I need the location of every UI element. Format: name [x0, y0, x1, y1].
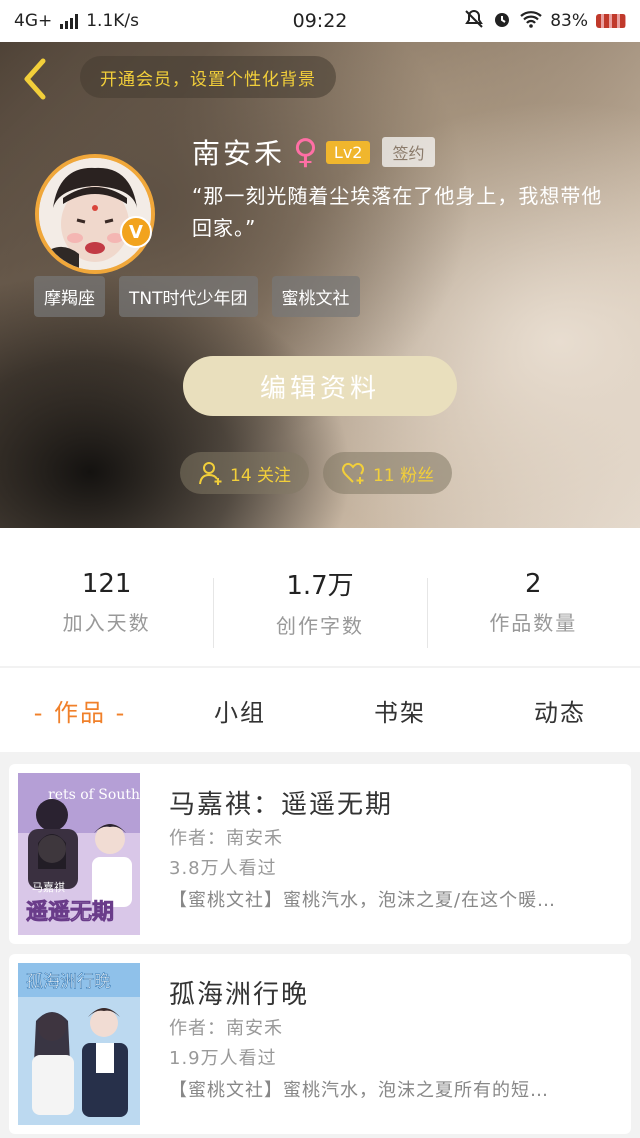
wifi-icon — [520, 10, 542, 33]
name-row: 南安禾 ♀ Lv2 签约 — [192, 132, 435, 172]
back-button[interactable] — [16, 56, 56, 102]
verified-badge: V — [120, 216, 152, 248]
signed-badge: 签约 — [382, 137, 435, 167]
stat-value: 2 — [525, 568, 542, 599]
tab-groups[interactable]: 小组 — [160, 693, 320, 728]
stat-value: 1.7万 — [286, 571, 354, 601]
cover-title: 遥遥无期 — [26, 900, 114, 925]
book-cover[interactable]: rets of South 马嘉祺 遥遥无期 — [18, 773, 140, 935]
add-user-icon — [199, 462, 222, 485]
following-button[interactable]: 14 关注 — [180, 452, 310, 494]
tab-works[interactable]: - 作品 - — [0, 693, 160, 728]
heart-plus-icon — [342, 462, 365, 484]
work-views: 3.8万人看过 — [169, 858, 277, 879]
profile-tabs: - 作品 - 小组 书架 动态 — [0, 668, 640, 752]
stat-days: 121 加入天数 — [0, 528, 213, 666]
edit-profile-button[interactable]: 编辑资料 — [183, 356, 457, 416]
female-icon: ♀ — [293, 132, 318, 172]
signal-icon — [60, 13, 79, 29]
avatar[interactable] — [35, 154, 155, 274]
username: 南安禾 — [192, 137, 286, 170]
work-author: 作者：南安禾 — [169, 1018, 283, 1039]
vip-background-button[interactable]: 开通会员，设置个性化背景 — [80, 56, 336, 98]
work-title[interactable]: 马嘉祺：遥遥无期 — [169, 784, 393, 821]
level-badge: Lv2 — [325, 140, 371, 164]
stats-bar: 121 加入天数 1.7万 创作字数 2 作品数量 — [0, 528, 640, 666]
work-description: 【蜜桃文社】蜜桃汽水，泡沫之夏所有的短… — [169, 1080, 549, 1101]
cover-top-text: rets of South — [48, 787, 140, 803]
tab-bookshelf[interactable]: 书架 — [320, 693, 480, 728]
cover-title: 孤海洲行晚 — [26, 972, 111, 992]
chevron-left-icon — [24, 58, 46, 100]
following-label: 14 关注 — [230, 465, 292, 486]
status-bar: 4G+ 1.1K/s 09:22 83% — [0, 0, 640, 42]
tag-zodiac[interactable]: 摩羯座 — [34, 276, 105, 317]
work-author: 作者：南安禾 — [169, 828, 283, 849]
stat-works: 2 作品数量 — [426, 528, 640, 666]
fans-button[interactable]: 11 粉丝 — [323, 452, 453, 494]
work-description: 【蜜桃文社】蜜桃汽水，泡沫之夏/在这个暖… — [169, 890, 557, 911]
mute-icon — [464, 9, 484, 34]
profile-header: 开通会员，设置个性化背景 V 南安禾 ♀ Lv2 签约 “那一刻光随着尘埃落在了… — [0, 42, 640, 528]
cover-caption: 马嘉祺 — [32, 880, 65, 894]
work-card[interactable]: 孤海洲行晚 孤海洲行晚 作者：南安禾 1.9万人看过 【蜜桃文社】蜜桃汽水，泡沫… — [9, 954, 631, 1134]
book-cover[interactable]: 孤海洲行晚 — [18, 963, 140, 1125]
tag-club[interactable]: 蜜桃文社 — [271, 276, 360, 317]
tag-fandom[interactable]: TNT时代少年团 — [119, 276, 258, 317]
fans-label: 11 粉丝 — [373, 465, 435, 486]
work-card[interactable]: rets of South 马嘉祺 遥遥无期 马嘉祺：遥遥无期 作者：南安禾 3… — [9, 764, 631, 944]
bio: “那一刻光随着尘埃落在了他身上，我想带他回家。” — [192, 184, 603, 240]
follow-row: 14 关注 11 粉丝 — [180, 452, 453, 494]
stat-label: 创作字数 — [275, 614, 364, 638]
tab-activity[interactable]: 动态 — [480, 693, 640, 728]
stat-label: 作品数量 — [489, 610, 578, 635]
work-views: 1.9万人看过 — [169, 1048, 277, 1069]
stat-words: 1.7万 创作字数 — [213, 528, 426, 666]
battery-icon — [596, 14, 626, 28]
alarm-icon — [492, 9, 512, 34]
network-speed: 1.1K/s — [86, 11, 140, 31]
stat-value: 121 — [81, 568, 132, 599]
work-title[interactable]: 孤海洲行晚 — [169, 974, 309, 1011]
clock: 09:22 — [292, 10, 348, 32]
tag-list: 摩羯座 TNT时代少年团 蜜桃文社 — [34, 276, 360, 317]
network-type: 4G+ — [14, 11, 53, 31]
stat-label: 加入天数 — [62, 610, 151, 635]
battery-level: 83% — [550, 11, 588, 31]
